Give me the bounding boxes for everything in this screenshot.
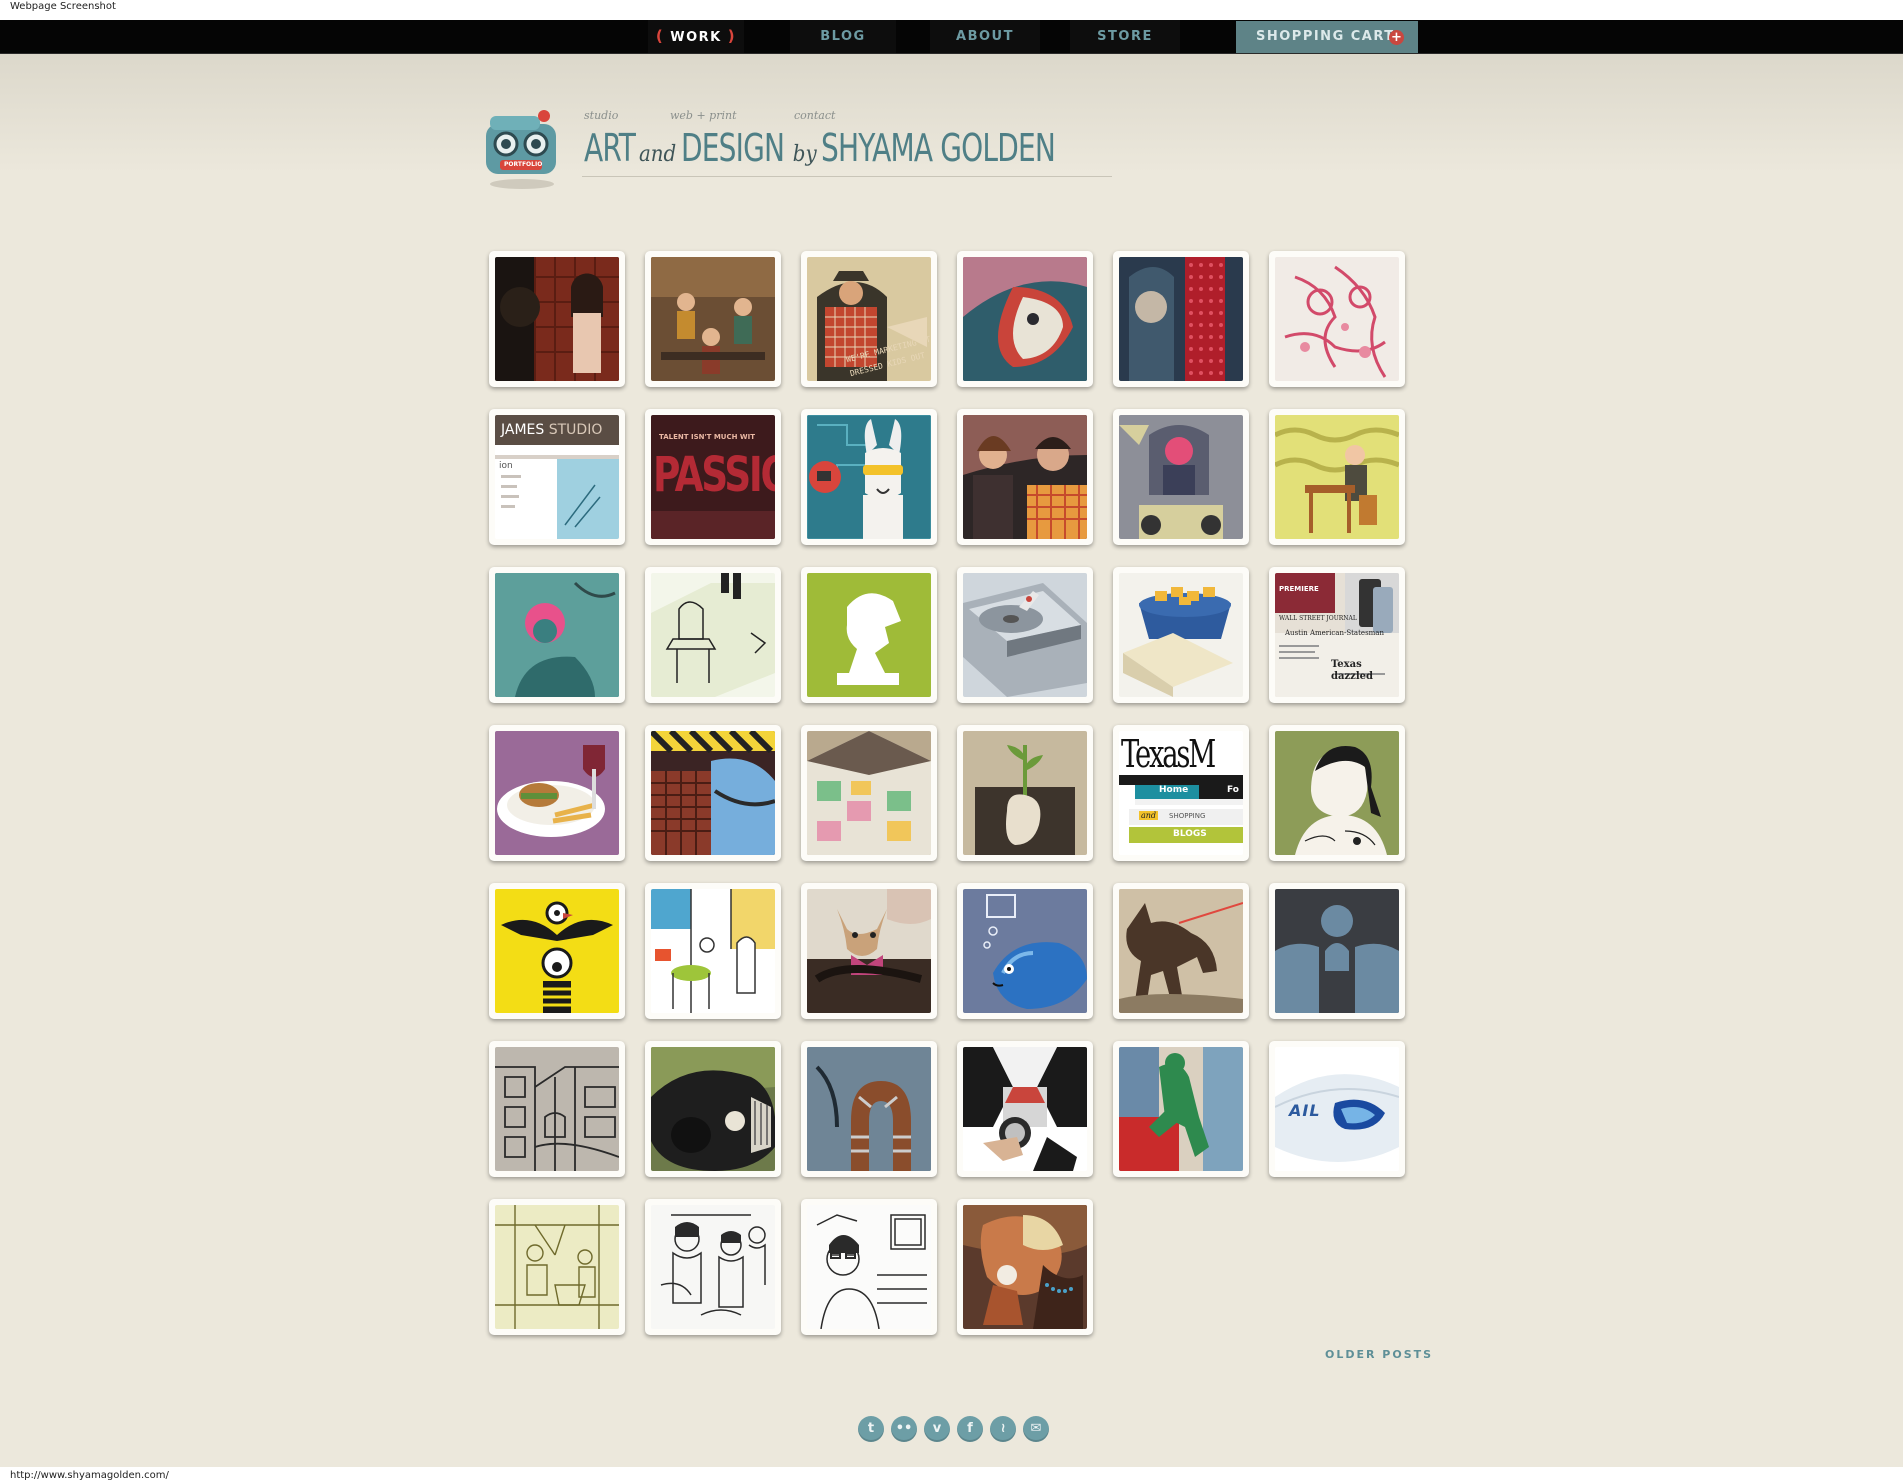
flickr-icon[interactable]: •• [891,1416,917,1442]
window-caption: Webpage Screenshot [0,0,1903,20]
portfolio-thumbnail[interactable] [801,725,937,861]
logo-word-art: ART [584,126,636,170]
facebook-icon[interactable]: f [957,1416,983,1442]
portfolio-thumbnail[interactable] [489,725,625,861]
contact-label[interactable]: contact [794,109,835,122]
portfolio-thumbnail[interactable] [1269,409,1405,545]
portfolio-thumbnail[interactable] [645,883,781,1019]
portfolio-thumbnail[interactable] [1113,567,1249,703]
portfolio-thumbnail[interactable] [489,1041,625,1177]
logo-wordmark: ART and DESIGN by SHYAMA GOLDEN [584,126,1107,170]
nav-item-label: WORK [670,30,722,45]
vimeo-icon[interactable]: v [924,1416,950,1442]
tile-menu-text: SHOPPING [1169,812,1206,820]
tile-caption: Austin American-Statesman [1285,629,1384,637]
portfolio-thumbnail[interactable] [957,567,1093,703]
portfolio-thumbnail[interactable] [1113,883,1249,1019]
tile-caption: Texas [1331,659,1362,670]
portfolio-thumbnail[interactable]: TexasM Home Fo and SHOPPING BLOGS [1113,725,1249,861]
tile-caption: WALL STREET JOURNAL [1279,615,1357,622]
tile-caption: dazzled [1331,671,1373,682]
portfolio-thumbnail[interactable] [801,409,937,545]
status-bar-url: http://www.shyamagolden.com/ [0,1467,1903,1484]
logo-word-by: by [792,142,817,167]
older-posts-link[interactable]: OLDER POSTS [1325,1348,1433,1361]
tile-big-text: PASSIO [653,447,775,503]
portfolio-thumbnail[interactable] [801,567,937,703]
portfolio-thumbnail[interactable] [489,251,625,387]
portfolio-thumbnail[interactable] [1269,251,1405,387]
tile-caption: TALENT ISN'T MUCH WIT [659,433,756,441]
site-logo[interactable]: PORTFOLIO studio web + print contact ART… [480,100,1120,190]
portfolio-thumbnail[interactable] [1269,725,1405,861]
portfolio-thumbnail[interactable] [645,1041,781,1177]
portfolio-thumbnail[interactable] [489,1199,625,1335]
portfolio-thumbnail[interactable] [801,1199,937,1335]
twitter-icon[interactable]: t [858,1416,884,1442]
web-print-label[interactable]: web + print [670,109,737,122]
portfolio-thumbnail[interactable]: AIL [1269,1041,1405,1177]
top-navigation: ( WORK ) BLOG ABOUT STORE SHOPPING CART … [0,20,1903,54]
logo-word-name: SHYAMA GOLDEN [821,126,1056,170]
portfolio-thumbnail[interactable] [957,1199,1093,1335]
portfolio-thumbnail[interactable] [1113,251,1249,387]
portfolio-thumbnail[interactable] [645,567,781,703]
tile-menu-text: BLOGS [1173,829,1207,839]
portfolio-thumbnail[interactable]: JAMES STUDIO ion [489,409,625,545]
tile-menu-text: Fo [1227,785,1239,795]
studio-label[interactable]: studio [584,109,618,122]
portfolio-grid: WE'RE MARKETING IT DRESSED KIDS OUT JAMES… [489,251,1409,1341]
portfolio-thumbnail[interactable] [957,883,1093,1019]
portfolio-thumbnail[interactable]: WE'RE MARKETING IT DRESSED KIDS OUT [801,251,937,387]
logo-word-design: DESIGN [680,126,785,170]
portfolio-thumbnail[interactable] [489,883,625,1019]
tile-side-text: ion [499,461,513,471]
logo-word-and: and [639,142,677,167]
portfolio-thumbnail[interactable] [1113,409,1249,545]
tile-menu-text: Home [1159,785,1189,795]
portfolio-thumbnail[interactable] [645,1199,781,1335]
portfolio-thumbnail[interactable]: TALENT ISN'T MUCH WIT PASSIO [645,409,781,545]
portfolio-thumbnail[interactable] [645,251,781,387]
rss-icon[interactable]: ≀ [990,1416,1016,1442]
plus-icon: + [1389,30,1404,45]
nav-item-blog[interactable]: BLOG [790,20,896,53]
portfolio-thumbnail[interactable] [801,883,937,1019]
tile-header: JAMES STUDIO [501,422,602,438]
email-icon[interactable]: ✉ [1023,1416,1049,1442]
tile-menu-text: and [1139,811,1159,820]
tile-logo-text: TexasM [1121,732,1216,776]
nav-item-work[interactable]: ( WORK ) [648,20,744,53]
logo-badge-text: PORTFOLIO [504,161,543,168]
nav-paren-right: ) [727,27,737,45]
tile-header-b: STUDIO [548,422,603,438]
portfolio-thumbnail[interactable] [645,725,781,861]
portfolio-thumbnail[interactable] [957,409,1093,545]
portfolio-thumbnail[interactable] [801,1041,937,1177]
portfolio-thumbnail[interactable] [957,251,1093,387]
portfolio-thumbnail[interactable] [957,1041,1093,1177]
portfolio-thumbnail[interactable] [1113,1041,1249,1177]
nav-item-store[interactable]: STORE [1070,20,1180,53]
viewmaster-logo-icon: PORTFOLIO [482,106,560,189]
portfolio-thumbnail[interactable] [1269,883,1405,1019]
portfolio-thumbnail[interactable] [957,725,1093,861]
nav-item-about[interactable]: ABOUT [930,20,1040,53]
shopping-cart-button[interactable]: SHOPPING CART + [1236,21,1418,53]
logo-underline [582,176,1112,177]
tile-header-a: JAMES [501,422,545,438]
tile-caption: AIL [1289,1101,1321,1120]
tile-caption: PREMIERE [1279,585,1319,593]
portfolio-thumbnail[interactable]: PREMIERE WALL STREET JOURNAL Austin Americ… [1269,567,1405,703]
portfolio-thumbnail[interactable] [489,567,625,703]
nav-paren-left: ( [655,27,665,45]
shopping-cart-label: SHOPPING CART [1256,29,1395,44]
